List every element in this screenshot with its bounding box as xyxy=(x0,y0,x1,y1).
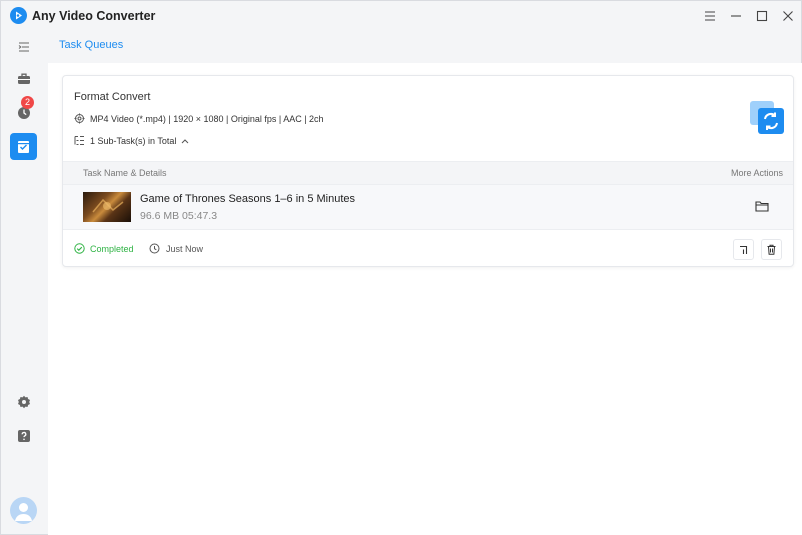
time-text: Just Now xyxy=(166,243,204,254)
minimize-icon[interactable] xyxy=(723,1,749,31)
maximize-icon[interactable] xyxy=(749,1,775,31)
app-logo-icon xyxy=(10,7,27,24)
delete-button[interactable] xyxy=(761,239,782,260)
table-header: Task Name & Details More Actions xyxy=(63,161,793,185)
subtasks-toggle[interactable]: 1 Sub-Task(s) in Total xyxy=(74,135,189,146)
subtask-icon xyxy=(74,136,84,145)
trash-icon xyxy=(767,244,776,255)
chevron-up-icon xyxy=(182,138,189,143)
toolbox-icon[interactable] xyxy=(10,65,37,92)
check-circle-icon xyxy=(74,243,85,254)
video-thumbnail xyxy=(83,192,131,222)
column-task-name: Task Name & Details xyxy=(83,168,167,178)
menu-icon[interactable] xyxy=(697,1,723,31)
title-bar: Any Video Converter xyxy=(1,1,801,31)
status-text: Completed xyxy=(90,243,134,254)
subtasks-label: 1 Sub-Task(s) in Total xyxy=(90,135,177,146)
column-more-actions: More Actions xyxy=(730,168,783,178)
task-card: Format Convert MP4 Video (*.mp4) | 1920 … xyxy=(62,75,794,267)
export-icon xyxy=(740,245,748,254)
export-button[interactable] xyxy=(733,239,754,260)
convert-icon xyxy=(749,100,785,136)
sidebar-toggle-icon[interactable] xyxy=(10,33,37,60)
app-title: Any Video Converter xyxy=(32,9,156,23)
notification-badge: 2 xyxy=(21,96,34,109)
help-icon[interactable] xyxy=(10,422,37,449)
task-title: Format Convert xyxy=(74,91,151,103)
task-item-meta: 96.6 MB 05:47.3 xyxy=(140,210,218,222)
clock-icon xyxy=(149,243,160,254)
table-row: Game of Thrones Seasons 1–6 in 5 Minutes… xyxy=(63,185,793,230)
task-queue-icon[interactable] xyxy=(10,133,37,160)
close-icon[interactable] xyxy=(775,1,801,31)
avatar-icon[interactable] xyxy=(10,497,37,524)
sidebar: 2 xyxy=(1,31,47,534)
page-title: Task Queues xyxy=(59,39,124,51)
folder-icon[interactable] xyxy=(755,200,771,216)
status-badge: Completed xyxy=(74,243,134,254)
app-window: Any Video Converter 2 Task Queues Format… xyxy=(0,0,802,535)
task-item-name: Game of Thrones Seasons 1–6 in 5 Minutes xyxy=(140,193,356,205)
format-info-text: MP4 Video (*.mp4) | 1920 × 1080 | Origin… xyxy=(90,113,324,124)
format-icon xyxy=(74,113,85,124)
task-time: Just Now xyxy=(149,243,203,254)
settings-icon[interactable] xyxy=(10,388,37,415)
format-info: MP4 Video (*.mp4) | 1920 × 1080 | Origin… xyxy=(74,113,324,124)
window-controls xyxy=(697,1,801,31)
